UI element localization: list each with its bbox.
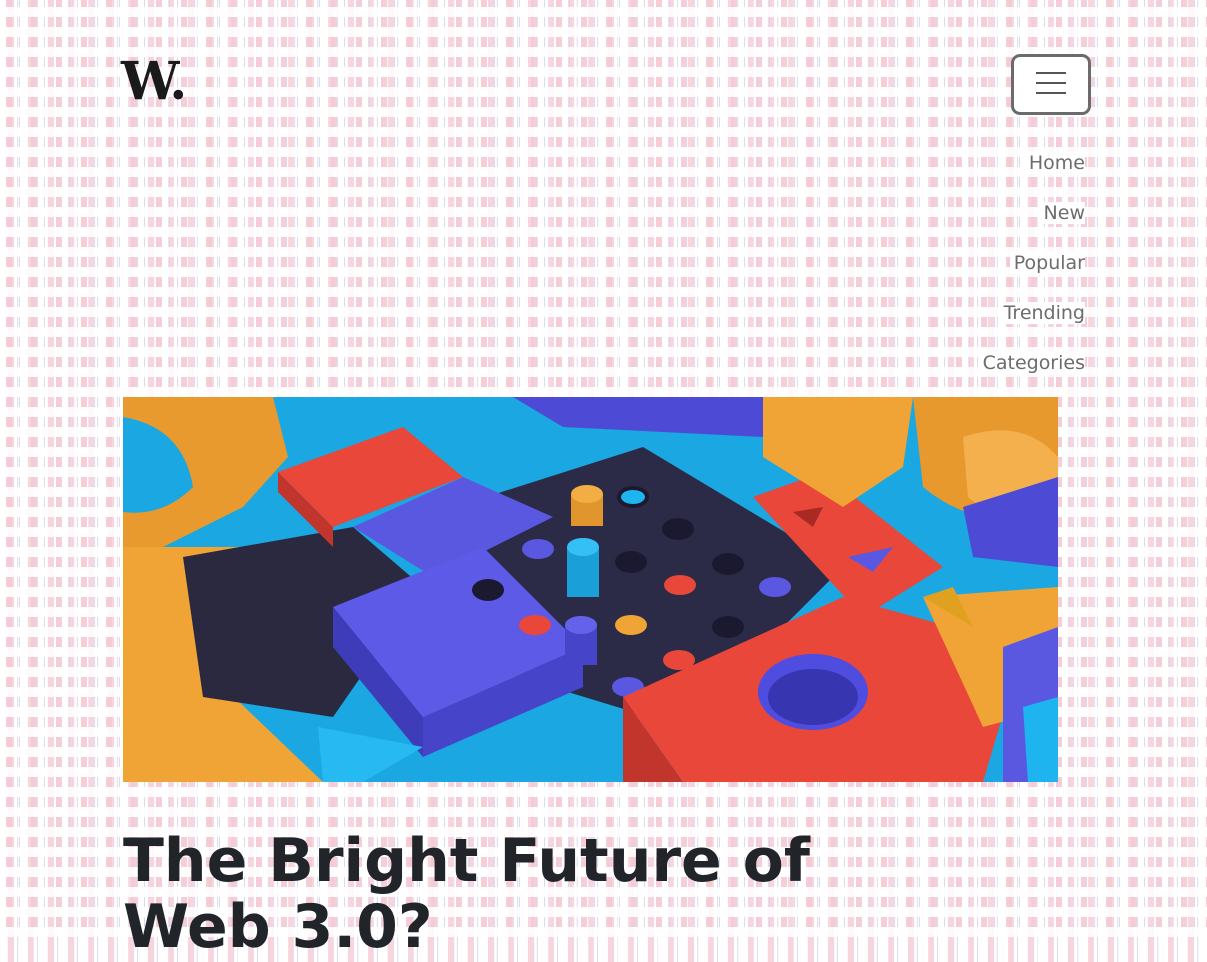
- nav-item-home: Home: [979, 138, 1085, 188]
- site-logo[interactable]: W.: [121, 52, 187, 112]
- nav-link-categories[interactable]: Categories: [978, 352, 1085, 374]
- nav-item-popular: Popular: [979, 238, 1085, 288]
- nav-link-home[interactable]: Home: [1024, 152, 1085, 174]
- nav-link-popular[interactable]: Popular: [1009, 252, 1085, 274]
- nav-link-new[interactable]: New: [1039, 202, 1085, 224]
- nav-item-trending: Trending: [979, 288, 1085, 338]
- menu-toggle-button[interactable]: [1011, 54, 1091, 115]
- main-nav: Home New Popular Trending Categories: [978, 138, 1085, 388]
- nav-link-trending[interactable]: Trending: [999, 302, 1085, 324]
- nav-item-categories: Categories: [978, 338, 1085, 388]
- hero-image: [123, 397, 1058, 782]
- article-title: The Bright Future of Web 3.0?: [123, 826, 810, 962]
- nav-item-new: New: [979, 188, 1085, 238]
